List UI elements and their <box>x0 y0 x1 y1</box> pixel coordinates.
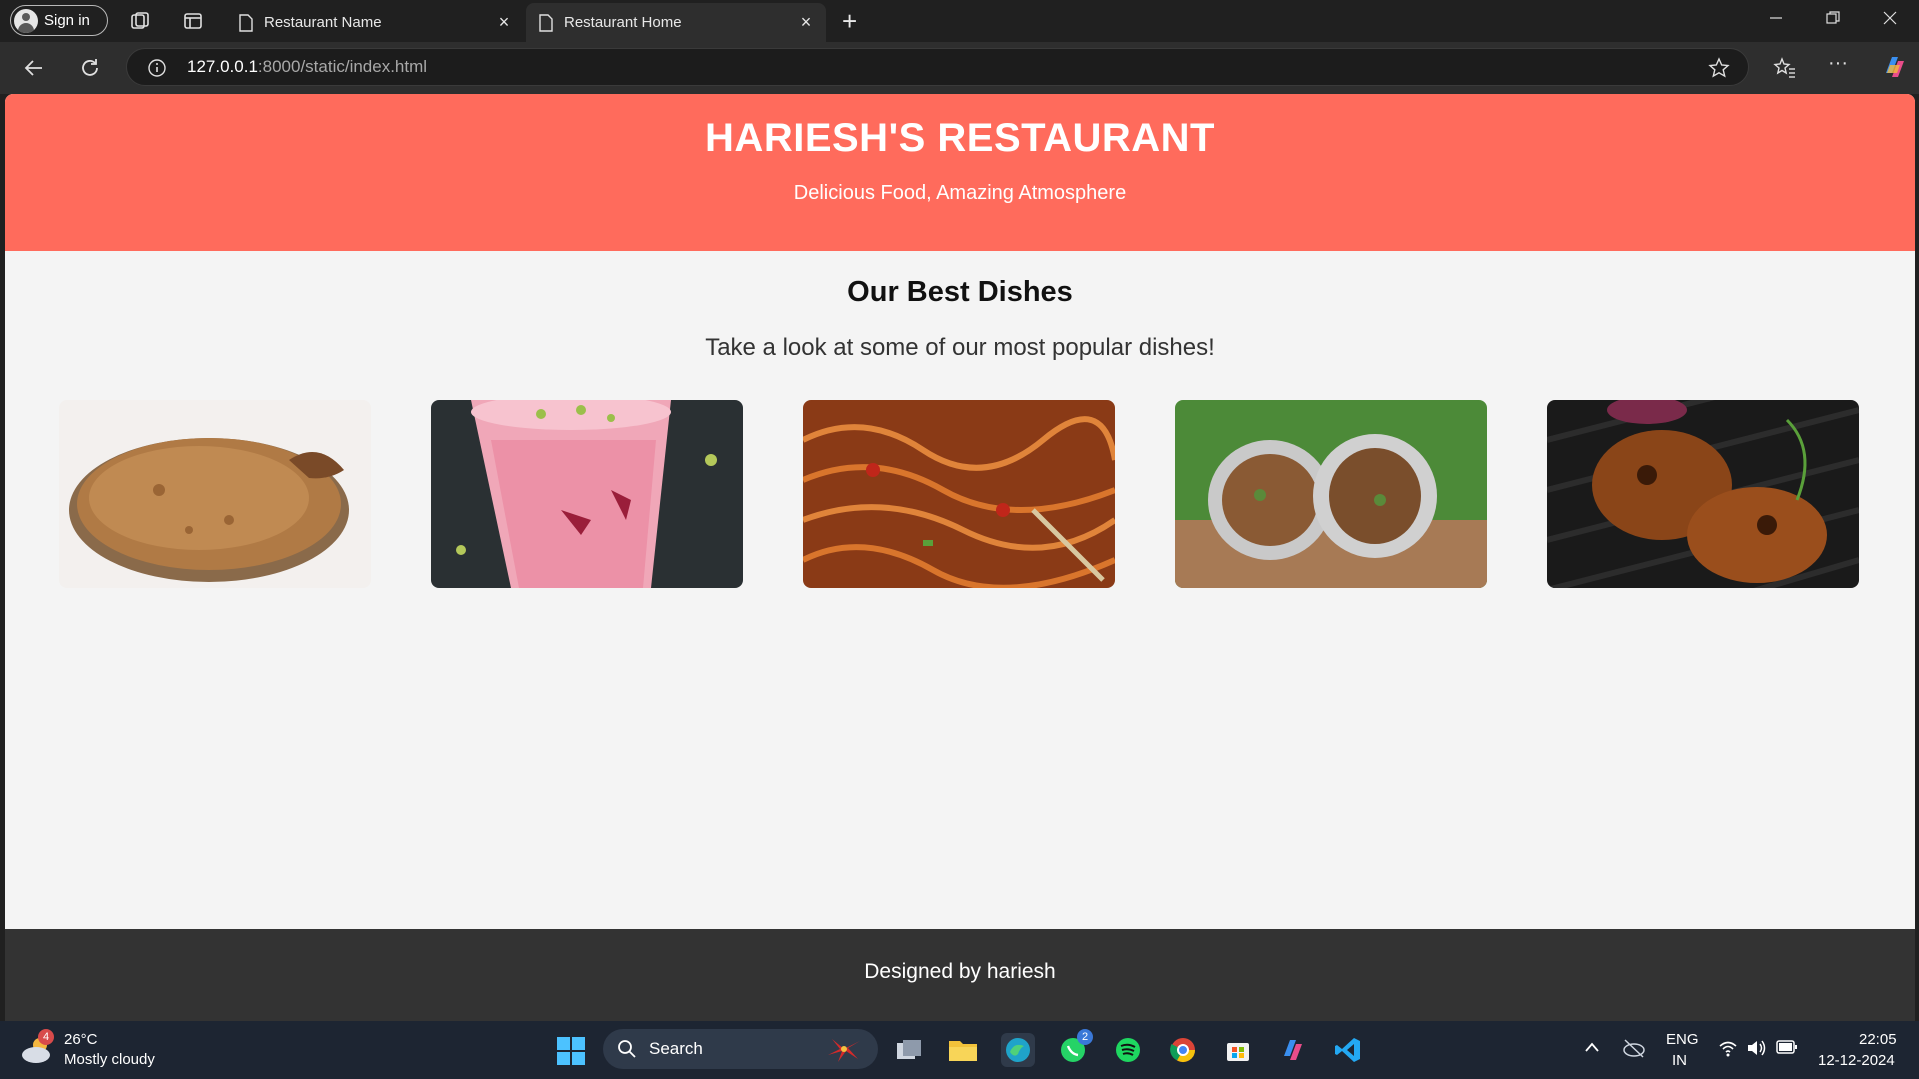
url-path: :8000/static/index.html <box>257 57 428 76</box>
poinsettia-icon <box>828 1039 860 1062</box>
search-label: Search <box>649 1039 703 1058</box>
tab-restaurant-home[interactable]: Restaurant Home × <box>526 3 826 42</box>
vscode-icon[interactable] <box>1331 1033 1365 1067</box>
page-icon <box>239 13 253 32</box>
address-bar[interactable]: 127.0.0.1:8000/static/index.html <box>126 48 1749 86</box>
new-tab-button[interactable]: + <box>842 6 857 37</box>
weather-widget[interactable]: 4 26°C Mostly cloudy <box>20 1029 190 1073</box>
refresh-icon[interactable] <box>78 56 102 80</box>
dishes-heading: Our Best Dishes <box>847 276 1073 308</box>
close-window-icon[interactable] <box>1882 10 1898 26</box>
edge-browser-icon[interactable] <box>1001 1033 1035 1067</box>
file-explorer-icon[interactable] <box>946 1033 980 1067</box>
tab-title: Restaurant Name <box>264 14 382 31</box>
chevron-up-icon[interactable] <box>1584 1041 1600 1053</box>
site-info-icon[interactable] <box>147 58 167 78</box>
microsoft-store-icon[interactable] <box>1221 1033 1255 1067</box>
footer-text: Designed by hariesh <box>864 960 1056 983</box>
search-icon <box>618 1040 636 1058</box>
language-indicator-bottom[interactable]: IN <box>1672 1052 1687 1069</box>
sign-in-button[interactable]: Sign in <box>10 5 108 36</box>
taskbar-search[interactable]: Search <box>603 1029 878 1069</box>
windows-taskbar: 4 26°C Mostly cloudy Search 2 ENG IN 22:… <box>0 1021 1919 1079</box>
browser-toolbar: 127.0.0.1:8000/static/index.html ··· <box>0 42 1919 94</box>
restore-icon[interactable] <box>1825 10 1841 26</box>
burrito-dish-image <box>1175 400 1487 588</box>
more-menu-icon[interactable]: ··· <box>1828 52 1848 75</box>
favorite-star-icon[interactable] <box>1708 57 1730 79</box>
restaurant-tagline: Delicious Food, Amazing Atmosphere <box>793 182 1127 204</box>
web-page: HARIESH'S RESTAURANT Delicious Food, Ama… <box>5 94 1915 929</box>
noodles-dish-image <box>803 400 1115 588</box>
minimize-icon[interactable] <box>1768 10 1784 26</box>
close-tab-icon[interactable]: × <box>796 12 816 33</box>
tab-restaurant-name[interactable]: Restaurant Name × <box>226 3 524 42</box>
copilot-icon[interactable] <box>1880 53 1908 81</box>
page-footer: Designed by hariesh <box>5 929 1915 1021</box>
battery-icon[interactable] <box>1776 1039 1798 1055</box>
clock-date[interactable]: 12-12-2024 <box>1818 1052 1895 1069</box>
onedrive-offline-icon[interactable] <box>1622 1037 1646 1059</box>
workspaces-icon[interactable] <box>129 10 151 32</box>
hero-header: HARIESH'S RESTAURANT Delicious Food, Ama… <box>5 94 1915 251</box>
url-host: 127.0.0.1 <box>187 57 258 76</box>
task-view-icon[interactable] <box>892 1033 926 1067</box>
copilot-app-icon[interactable] <box>1276 1033 1310 1067</box>
profile-avatar-icon <box>14 8 38 33</box>
wifi-icon[interactable] <box>1718 1039 1738 1057</box>
tab-title: Restaurant Home <box>564 14 682 31</box>
weather-temperature: 26°C <box>64 1031 98 1048</box>
grilled-chicken-dish-image <box>1547 400 1859 588</box>
weather-badge: 4 <box>38 1029 54 1045</box>
browser-window: Sign in Restaurant Name × Restaurant Hom… <box>0 0 1919 1079</box>
favorites-icon[interactable] <box>1773 56 1797 80</box>
volume-icon[interactable] <box>1746 1038 1768 1058</box>
windows-start-icon[interactable] <box>556 1036 586 1066</box>
sign-in-label: Sign in <box>44 12 90 29</box>
dishes-subheading: Take a look at some of our most popular … <box>705 334 1215 361</box>
back-arrow-icon[interactable] <box>22 56 46 80</box>
falooda-dish-image <box>431 400 743 588</box>
tab-bar: Sign in Restaurant Name × Restaurant Hom… <box>0 0 1919 42</box>
weather-description: Mostly cloudy <box>64 1051 155 1068</box>
biryani-dish-image <box>59 400 371 588</box>
restaurant-title: HARIESH'S RESTAURANT <box>705 116 1215 160</box>
page-icon <box>539 13 553 32</box>
chrome-icon[interactable] <box>1166 1033 1200 1067</box>
language-indicator-top[interactable]: ENG <box>1666 1031 1699 1048</box>
close-tab-icon[interactable]: × <box>494 12 514 33</box>
spotify-icon[interactable] <box>1111 1033 1145 1067</box>
whatsapp-badge: 2 <box>1077 1029 1093 1045</box>
vertical-tabs-icon[interactable] <box>182 10 204 32</box>
clock-time[interactable]: 22:05 <box>1859 1031 1897 1048</box>
